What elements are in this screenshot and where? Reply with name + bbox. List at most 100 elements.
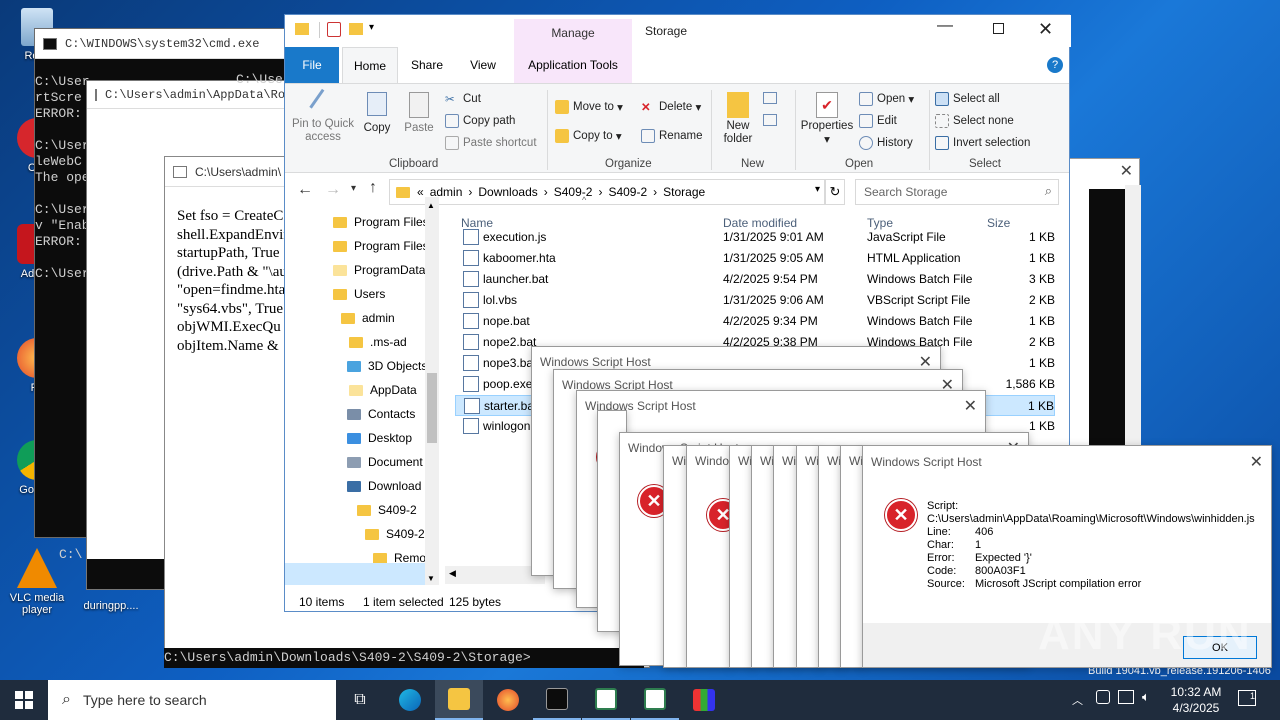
copy-button[interactable]: Copy [359, 92, 395, 134]
tab-home[interactable]: Home [342, 47, 398, 83]
nav-item[interactable]: Program Files [333, 211, 429, 233]
new-folder-qat-icon[interactable] [349, 23, 363, 35]
wsh-dialog-stacked[interactable]: Wi [796, 445, 820, 668]
close-button[interactable]: ✕ [1038, 19, 1053, 40]
pin-to-quick-access-button[interactable]: Pin to Quick access [291, 88, 355, 144]
file-explorer-taskbar-icon[interactable] [435, 680, 483, 720]
new-item-icon[interactable] [763, 92, 777, 104]
search-box[interactable]: Search Storage ⌕ [855, 179, 1059, 205]
breadcrumb-item[interactable]: Downloads [478, 185, 537, 199]
horizontal-scrollbar[interactable]: ◀ [445, 566, 545, 584]
tab-share[interactable]: Share [401, 47, 453, 83]
nav-item[interactable]: Users [333, 283, 385, 305]
wscript-taskbar-icon[interactable] [582, 680, 630, 720]
copy-to-button[interactable]: Copy to ▾ [555, 129, 622, 143]
address-dropdown-icon[interactable]: ▾ [815, 184, 820, 195]
wsh-dialog-stacked[interactable]: Wi [840, 445, 864, 668]
edit-button[interactable]: Edit [859, 114, 897, 128]
nav-item[interactable]: ProgramData [333, 259, 425, 281]
volume-icon[interactable]: 🔈︎ [1142, 689, 1150, 705]
nav-item[interactable]: Document [347, 451, 423, 473]
scroll-down-icon[interactable]: ▼ [427, 574, 435, 583]
close-icon[interactable]: ✕ [1250, 452, 1263, 472]
properties-qat-icon[interactable] [327, 22, 341, 37]
taskbar-search[interactable]: ⌕ Type here to search [48, 680, 336, 720]
breadcrumb-chevron-icon[interactable]: › [598, 185, 602, 199]
wsh-dialog-stacked[interactable]: Wi [751, 445, 775, 668]
paste-shortcut-button[interactable]: Paste shortcut [445, 136, 537, 150]
properties-button[interactable]: ✔ Properties ▾ [799, 92, 855, 146]
breadcrumb-chevron-icon[interactable]: › [544, 185, 548, 199]
show-hidden-icons[interactable]: ︿ [1072, 692, 1083, 708]
close-icon[interactable]: ✕ [1120, 161, 1133, 181]
file-row[interactable]: execution.js 1/31/2025 9:01 AM JavaScript … [455, 227, 1055, 248]
cmd-window-1-titlebar[interactable]: C:\WINDOWS\system32\cmd.exe [35, 29, 285, 59]
history-button[interactable]: History [859, 136, 913, 150]
tab-application-tools[interactable]: Application Tools [514, 47, 632, 83]
nav-scrollbar[interactable]: ▲ ▼ [425, 197, 439, 585]
cut-button[interactable]: ✂ Cut [445, 92, 481, 106]
breadcrumb-item[interactable]: Storage [663, 185, 705, 199]
paste-button[interactable]: Paste [399, 92, 439, 134]
wsh-dialog-stacked[interactable]: Wi [663, 445, 687, 668]
scrollbar[interactable] [1125, 185, 1141, 445]
scroll-left-icon[interactable]: ◀ [449, 568, 456, 579]
cmd-window-3[interactable]: C:\Users\admin\Downloads\S409-2\S409-2\S… [164, 648, 644, 668]
nav-item[interactable]: Contacts [347, 403, 415, 425]
wscript-taskbar-icon-2[interactable] [631, 680, 679, 720]
wsh-dialog-stacked[interactable]: Wi [773, 445, 797, 668]
address-bar[interactable]: «admin › Downloads › S409-2 › S409-2 › Storage ▾ [389, 179, 825, 205]
edge-taskbar-icon[interactable] [386, 680, 434, 720]
clock[interactable]: 10:32 AM 4/3/2025 [1168, 684, 1224, 716]
notification-icon[interactable]: 1 [1238, 690, 1256, 706]
wsh-dialog-stacked[interactable]: Windo ✕ [686, 445, 739, 668]
nav-item[interactable]: Download [347, 475, 421, 497]
open-button[interactable]: Open ▾ [859, 92, 914, 106]
rename-button[interactable]: Rename [641, 129, 702, 143]
task-view-icon[interactable]: ⧉ [336, 680, 384, 720]
file-row[interactable]: nope.bat 4/2/2025 9:34 PM Windows Batch Fi… [455, 311, 1055, 332]
tab-view[interactable]: View [457, 47, 509, 83]
breadcrumb-chevron-icon[interactable]: › [468, 185, 472, 199]
wsh-dialog-stacked[interactable]: Wi [818, 445, 842, 668]
firefox-taskbar-icon[interactable] [484, 680, 532, 720]
select-all-button[interactable]: Select all [935, 92, 1000, 106]
file-row[interactable]: kaboomer.hta 1/31/2025 9:05 AM HTML Applic… [455, 248, 1055, 269]
new-folder-button[interactable]: New folder [717, 92, 759, 146]
delete-button[interactable]: ✕ Delete ▾ [641, 100, 701, 114]
nav-item[interactable]: Desktop [347, 427, 412, 449]
tab-file[interactable]: File [285, 47, 339, 83]
minimize-button[interactable]: — [937, 17, 953, 35]
nav-item[interactable]: .ms-ad [349, 331, 407, 353]
select-none-button[interactable]: Select none [935, 114, 1014, 128]
close-icon[interactable]: ✕ [964, 396, 977, 416]
scroll-thumb[interactable] [427, 373, 437, 443]
refresh-icon[interactable]: ↻ [825, 179, 845, 205]
navigation-pane[interactable]: Program Files Program Files ProgramData Use… [285, 195, 440, 585]
scroll-up-icon[interactable]: ▲ [427, 201, 435, 210]
file-row[interactable]: lol.vbs 1/31/2025 9:06 AM VBScript Script … [455, 290, 1055, 311]
nav-item[interactable]: AppData [349, 379, 417, 401]
help-icon[interactable]: ? [1047, 57, 1063, 73]
network-icon[interactable] [1118, 690, 1134, 704]
app-taskbar-icon[interactable] [680, 680, 728, 720]
start-button[interactable] [0, 680, 48, 720]
breadcrumb-item[interactable]: S409-2 [608, 185, 647, 199]
easy-access-icon[interactable] [763, 114, 777, 126]
recent-locations-icon[interactable]: ▾ [351, 183, 356, 194]
nav-item[interactable]: S409-2 [357, 499, 417, 521]
maximize-button[interactable] [993, 23, 1004, 34]
tray-app-icon[interactable] [1096, 690, 1110, 704]
manage-contextual-tab[interactable]: Manage [514, 19, 632, 47]
breadcrumb-item[interactable]: S409-2 [554, 185, 593, 199]
nav-item[interactable]: admin [341, 307, 395, 329]
nav-item[interactable]: 3D Objects [347, 355, 427, 377]
copy-path-button[interactable]: Copy path [445, 114, 515, 128]
file-row[interactable]: launcher.bat 4/2/2025 9:54 PM Windows Batc… [455, 269, 1055, 290]
cmd-taskbar-icon[interactable] [533, 680, 581, 720]
wsh-dialog-stacked[interactable]: Wi [729, 445, 753, 668]
move-to-button[interactable]: Move to ▾ [555, 100, 623, 114]
nav-item[interactable]: S409-2 [365, 523, 425, 545]
nav-item[interactable]: Program Files [333, 235, 429, 257]
breadcrumb-chevron-icon[interactable]: › [653, 185, 657, 199]
